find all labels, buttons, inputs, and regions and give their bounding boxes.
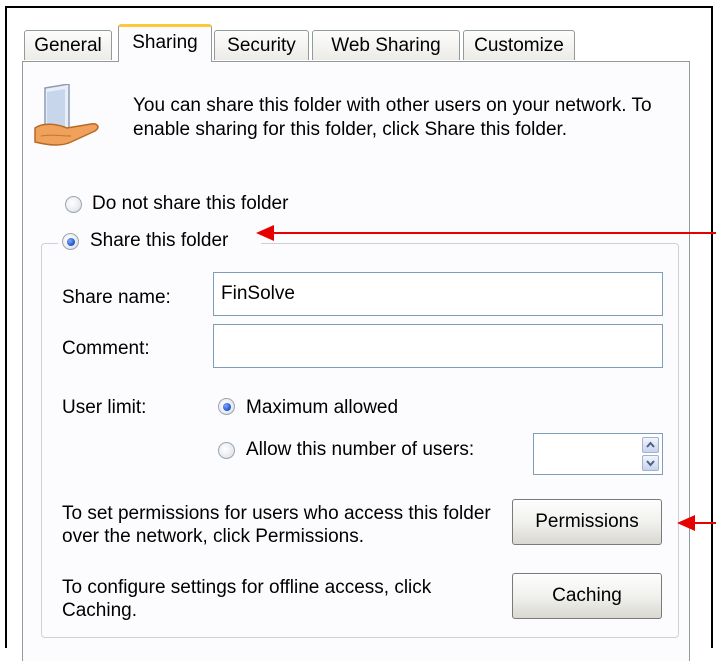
chevron-down-icon (646, 460, 655, 467)
maximum-allowed-radio[interactable] (218, 398, 235, 415)
comment-label: Comment: (62, 338, 150, 359)
chevron-up-icon (646, 441, 655, 448)
maximum-allowed-label[interactable]: Maximum allowed (246, 396, 398, 419)
share-name-input[interactable] (213, 272, 663, 316)
share-this-folder-label[interactable]: Share this folder (90, 229, 228, 252)
do-not-share-label[interactable]: Do not share this folder (92, 192, 288, 215)
annotation-arrow-line-share (270, 232, 716, 234)
comment-input[interactable] (213, 324, 663, 368)
spin-up-button[interactable] (642, 437, 659, 453)
permissions-description: To set permissions for users who access … (62, 503, 491, 547)
annotation-arrowhead-permissions (677, 515, 695, 531)
tab-web-sharing[interactable]: Web Sharing (312, 30, 460, 60)
user-count-input[interactable] (534, 434, 634, 474)
tab-customize[interactable]: Customize (463, 30, 575, 60)
annotation-arrowhead-share (256, 225, 274, 241)
tab-general[interactable]: General (24, 30, 112, 60)
spin-down-button[interactable] (642, 455, 659, 471)
do-not-share-radio[interactable] (65, 196, 82, 213)
caching-button[interactable]: Caching (512, 573, 662, 619)
share-this-folder-radio[interactable] (62, 233, 79, 250)
allow-number-label[interactable]: Allow this number of users: (246, 438, 474, 461)
user-count-spinner[interactable] (533, 433, 663, 475)
caching-description: To configure settings for offline access… (62, 577, 432, 621)
tab-security[interactable]: Security (214, 30, 309, 60)
share-name-label: Share name: (62, 287, 171, 308)
tab-sharing[interactable]: Sharing (118, 24, 212, 62)
permissions-button[interactable]: Permissions (512, 499, 662, 545)
allow-number-radio[interactable] (218, 442, 235, 459)
user-limit-label: User limit: (62, 397, 147, 418)
shared-folder-hand-icon (34, 84, 99, 146)
sharing-info-text: You can share this folder with other use… (133, 95, 652, 140)
